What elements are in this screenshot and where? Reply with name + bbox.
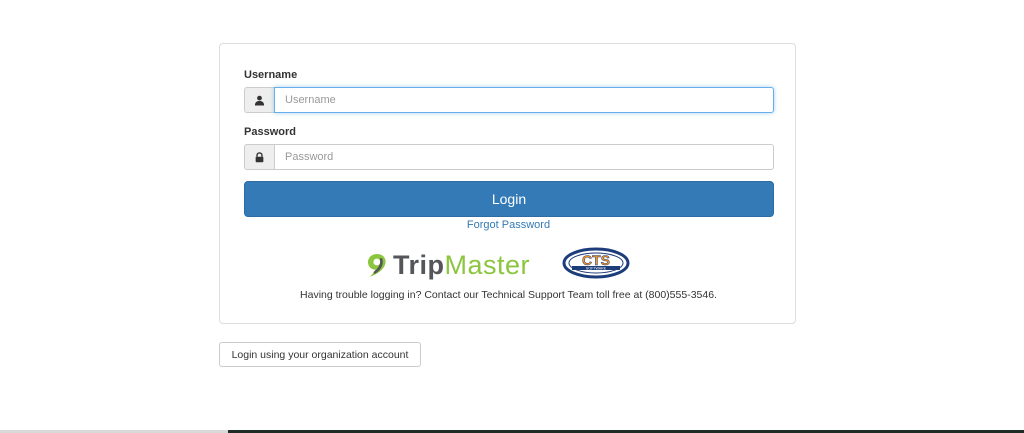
- username-input-group: [244, 87, 774, 113]
- password-label: Password: [244, 126, 296, 138]
- password-input-group: [244, 144, 774, 170]
- tripmaster-mark-icon: [368, 253, 386, 277]
- tripmaster-logo-master: Master: [444, 250, 531, 280]
- tripmaster-logo: Trip Master: [365, 249, 530, 283]
- logos-row: Trip Master CTS SOFTWARE: [365, 247, 630, 284]
- username-input[interactable]: [274, 87, 774, 113]
- cts-software-logo: CTS SOFTWARE: [562, 247, 630, 284]
- login-page: Username Password Login Forgot Password: [0, 0, 1024, 433]
- user-icon: [244, 87, 274, 113]
- password-input[interactable]: [274, 144, 774, 170]
- login-panel: Username Password Login Forgot Password: [219, 43, 796, 324]
- lock-icon: [244, 144, 274, 170]
- username-label: Username: [244, 69, 298, 81]
- organization-login-button[interactable]: Login using your organization account: [219, 342, 421, 367]
- forgot-password-link[interactable]: Forgot Password: [220, 219, 797, 231]
- login-button[interactable]: Login: [244, 181, 774, 217]
- tripmaster-logo-trip: Trip: [393, 250, 445, 280]
- support-help-text: Having trouble logging in? Contact our T…: [300, 289, 717, 301]
- cts-logo-subtext: SOFTWARE: [586, 266, 607, 270]
